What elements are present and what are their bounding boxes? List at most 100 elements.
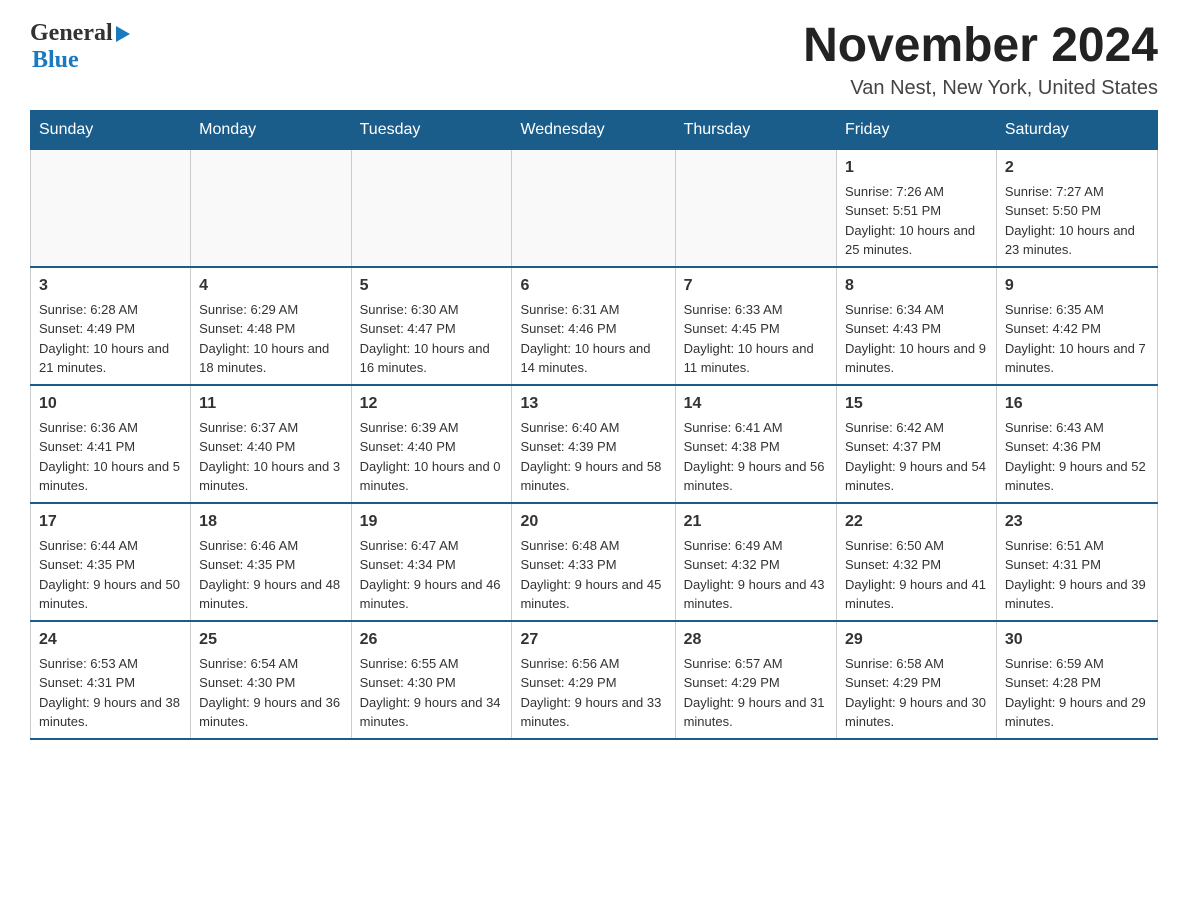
day-cell [31, 149, 191, 267]
sunrise-text: Sunrise: 7:26 AM [845, 182, 988, 202]
header-day-thursday: Thursday [675, 110, 836, 149]
day-cell: 28Sunrise: 6:57 AMSunset: 4:29 PMDayligh… [675, 621, 836, 739]
sunset-text: Sunset: 4:31 PM [1005, 555, 1149, 575]
header-day-sunday: Sunday [31, 110, 191, 149]
sunset-text: Sunset: 4:30 PM [360, 673, 504, 693]
sunrise-text: Sunrise: 6:57 AM [684, 654, 828, 674]
day-number: 20 [520, 510, 666, 534]
daylight-text: Daylight: 10 hours and 7 minutes. [1005, 339, 1149, 378]
sunset-text: Sunset: 4:38 PM [684, 437, 828, 457]
day-number: 30 [1005, 628, 1149, 652]
day-cell [512, 149, 675, 267]
header-day-monday: Monday [191, 110, 351, 149]
day-number: 11 [199, 392, 342, 416]
day-number: 29 [845, 628, 988, 652]
sunset-text: Sunset: 4:31 PM [39, 673, 182, 693]
daylight-text: Daylight: 9 hours and 36 minutes. [199, 693, 342, 732]
day-cell: 14Sunrise: 6:41 AMSunset: 4:38 PMDayligh… [675, 385, 836, 503]
sunrise-text: Sunrise: 6:35 AM [1005, 300, 1149, 320]
calendar-body: 1Sunrise: 7:26 AMSunset: 5:51 PMDaylight… [31, 149, 1158, 739]
day-number: 18 [199, 510, 342, 534]
daylight-text: Daylight: 9 hours and 56 minutes. [684, 457, 828, 496]
location-subtitle: Van Nest, New York, United States [803, 77, 1158, 100]
calendar-header: SundayMondayTuesdayWednesdayThursdayFrid… [31, 110, 1158, 149]
sunrise-text: Sunrise: 6:41 AM [684, 418, 828, 438]
day-cell: 17Sunrise: 6:44 AMSunset: 4:35 PMDayligh… [31, 503, 191, 621]
day-cell [675, 149, 836, 267]
day-cell: 23Sunrise: 6:51 AMSunset: 4:31 PMDayligh… [996, 503, 1157, 621]
day-number: 23 [1005, 510, 1149, 534]
daylight-text: Daylight: 10 hours and 5 minutes. [39, 457, 182, 496]
sunrise-text: Sunrise: 6:56 AM [520, 654, 666, 674]
sunrise-text: Sunrise: 6:43 AM [1005, 418, 1149, 438]
sunrise-text: Sunrise: 6:31 AM [520, 300, 666, 320]
sunset-text: Sunset: 4:32 PM [684, 555, 828, 575]
sunrise-text: Sunrise: 6:40 AM [520, 418, 666, 438]
day-number: 14 [684, 392, 828, 416]
sunset-text: Sunset: 5:50 PM [1005, 201, 1149, 221]
day-cell: 19Sunrise: 6:47 AMSunset: 4:34 PMDayligh… [351, 503, 512, 621]
day-cell [191, 149, 351, 267]
sunset-text: Sunset: 4:40 PM [360, 437, 504, 457]
day-number: 17 [39, 510, 182, 534]
sunrise-text: Sunrise: 6:28 AM [39, 300, 182, 320]
day-number: 8 [845, 274, 988, 298]
daylight-text: Daylight: 10 hours and 14 minutes. [520, 339, 666, 378]
day-cell: 27Sunrise: 6:56 AMSunset: 4:29 PMDayligh… [512, 621, 675, 739]
day-number: 16 [1005, 392, 1149, 416]
sunset-text: Sunset: 4:36 PM [1005, 437, 1149, 457]
day-cell: 30Sunrise: 6:59 AMSunset: 4:28 PMDayligh… [996, 621, 1157, 739]
day-cell: 9Sunrise: 6:35 AMSunset: 4:42 PMDaylight… [996, 267, 1157, 385]
day-number: 4 [199, 274, 342, 298]
sunrise-text: Sunrise: 6:50 AM [845, 536, 988, 556]
sunset-text: Sunset: 4:29 PM [684, 673, 828, 693]
day-cell: 11Sunrise: 6:37 AMSunset: 4:40 PMDayligh… [191, 385, 351, 503]
day-cell: 29Sunrise: 6:58 AMSunset: 4:29 PMDayligh… [837, 621, 997, 739]
day-number: 5 [360, 274, 504, 298]
sunset-text: Sunset: 4:46 PM [520, 319, 666, 339]
daylight-text: Daylight: 10 hours and 16 minutes. [360, 339, 504, 378]
sunrise-text: Sunrise: 6:49 AM [684, 536, 828, 556]
sunrise-text: Sunrise: 6:58 AM [845, 654, 988, 674]
day-number: 26 [360, 628, 504, 652]
sunrise-text: Sunrise: 6:51 AM [1005, 536, 1149, 556]
daylight-text: Daylight: 10 hours and 18 minutes. [199, 339, 342, 378]
day-number: 22 [845, 510, 988, 534]
day-number: 25 [199, 628, 342, 652]
sunset-text: Sunset: 4:29 PM [845, 673, 988, 693]
sunrise-text: Sunrise: 6:34 AM [845, 300, 988, 320]
sunset-text: Sunset: 4:35 PM [39, 555, 182, 575]
day-cell: 22Sunrise: 6:50 AMSunset: 4:32 PMDayligh… [837, 503, 997, 621]
sunset-text: Sunset: 4:33 PM [520, 555, 666, 575]
day-cell: 7Sunrise: 6:33 AMSunset: 4:45 PMDaylight… [675, 267, 836, 385]
header-day-wednesday: Wednesday [512, 110, 675, 149]
daylight-text: Daylight: 9 hours and 31 minutes. [684, 693, 828, 732]
header-day-tuesday: Tuesday [351, 110, 512, 149]
day-number: 27 [520, 628, 666, 652]
sunset-text: Sunset: 4:45 PM [684, 319, 828, 339]
header-day-friday: Friday [837, 110, 997, 149]
sunset-text: Sunset: 4:35 PM [199, 555, 342, 575]
sunset-text: Sunset: 4:30 PM [199, 673, 342, 693]
daylight-text: Daylight: 9 hours and 50 minutes. [39, 575, 182, 614]
daylight-text: Daylight: 9 hours and 33 minutes. [520, 693, 666, 732]
daylight-text: Daylight: 10 hours and 3 minutes. [199, 457, 342, 496]
sunset-text: Sunset: 4:34 PM [360, 555, 504, 575]
daylight-text: Daylight: 9 hours and 29 minutes. [1005, 693, 1149, 732]
day-number: 13 [520, 392, 666, 416]
daylight-text: Daylight: 9 hours and 52 minutes. [1005, 457, 1149, 496]
sunrise-text: Sunrise: 6:33 AM [684, 300, 828, 320]
day-cell: 4Sunrise: 6:29 AMSunset: 4:48 PMDaylight… [191, 267, 351, 385]
day-number: 24 [39, 628, 182, 652]
logo-arrow-icon [116, 26, 130, 42]
sunset-text: Sunset: 4:48 PM [199, 319, 342, 339]
day-number: 10 [39, 392, 182, 416]
daylight-text: Daylight: 9 hours and 34 minutes. [360, 693, 504, 732]
sunset-text: Sunset: 4:37 PM [845, 437, 988, 457]
sunrise-text: Sunrise: 6:30 AM [360, 300, 504, 320]
daylight-text: Daylight: 9 hours and 54 minutes. [845, 457, 988, 496]
logo[interactable]: General Blue [30, 20, 130, 74]
day-number: 2 [1005, 156, 1149, 180]
day-number: 7 [684, 274, 828, 298]
daylight-text: Daylight: 9 hours and 58 minutes. [520, 457, 666, 496]
